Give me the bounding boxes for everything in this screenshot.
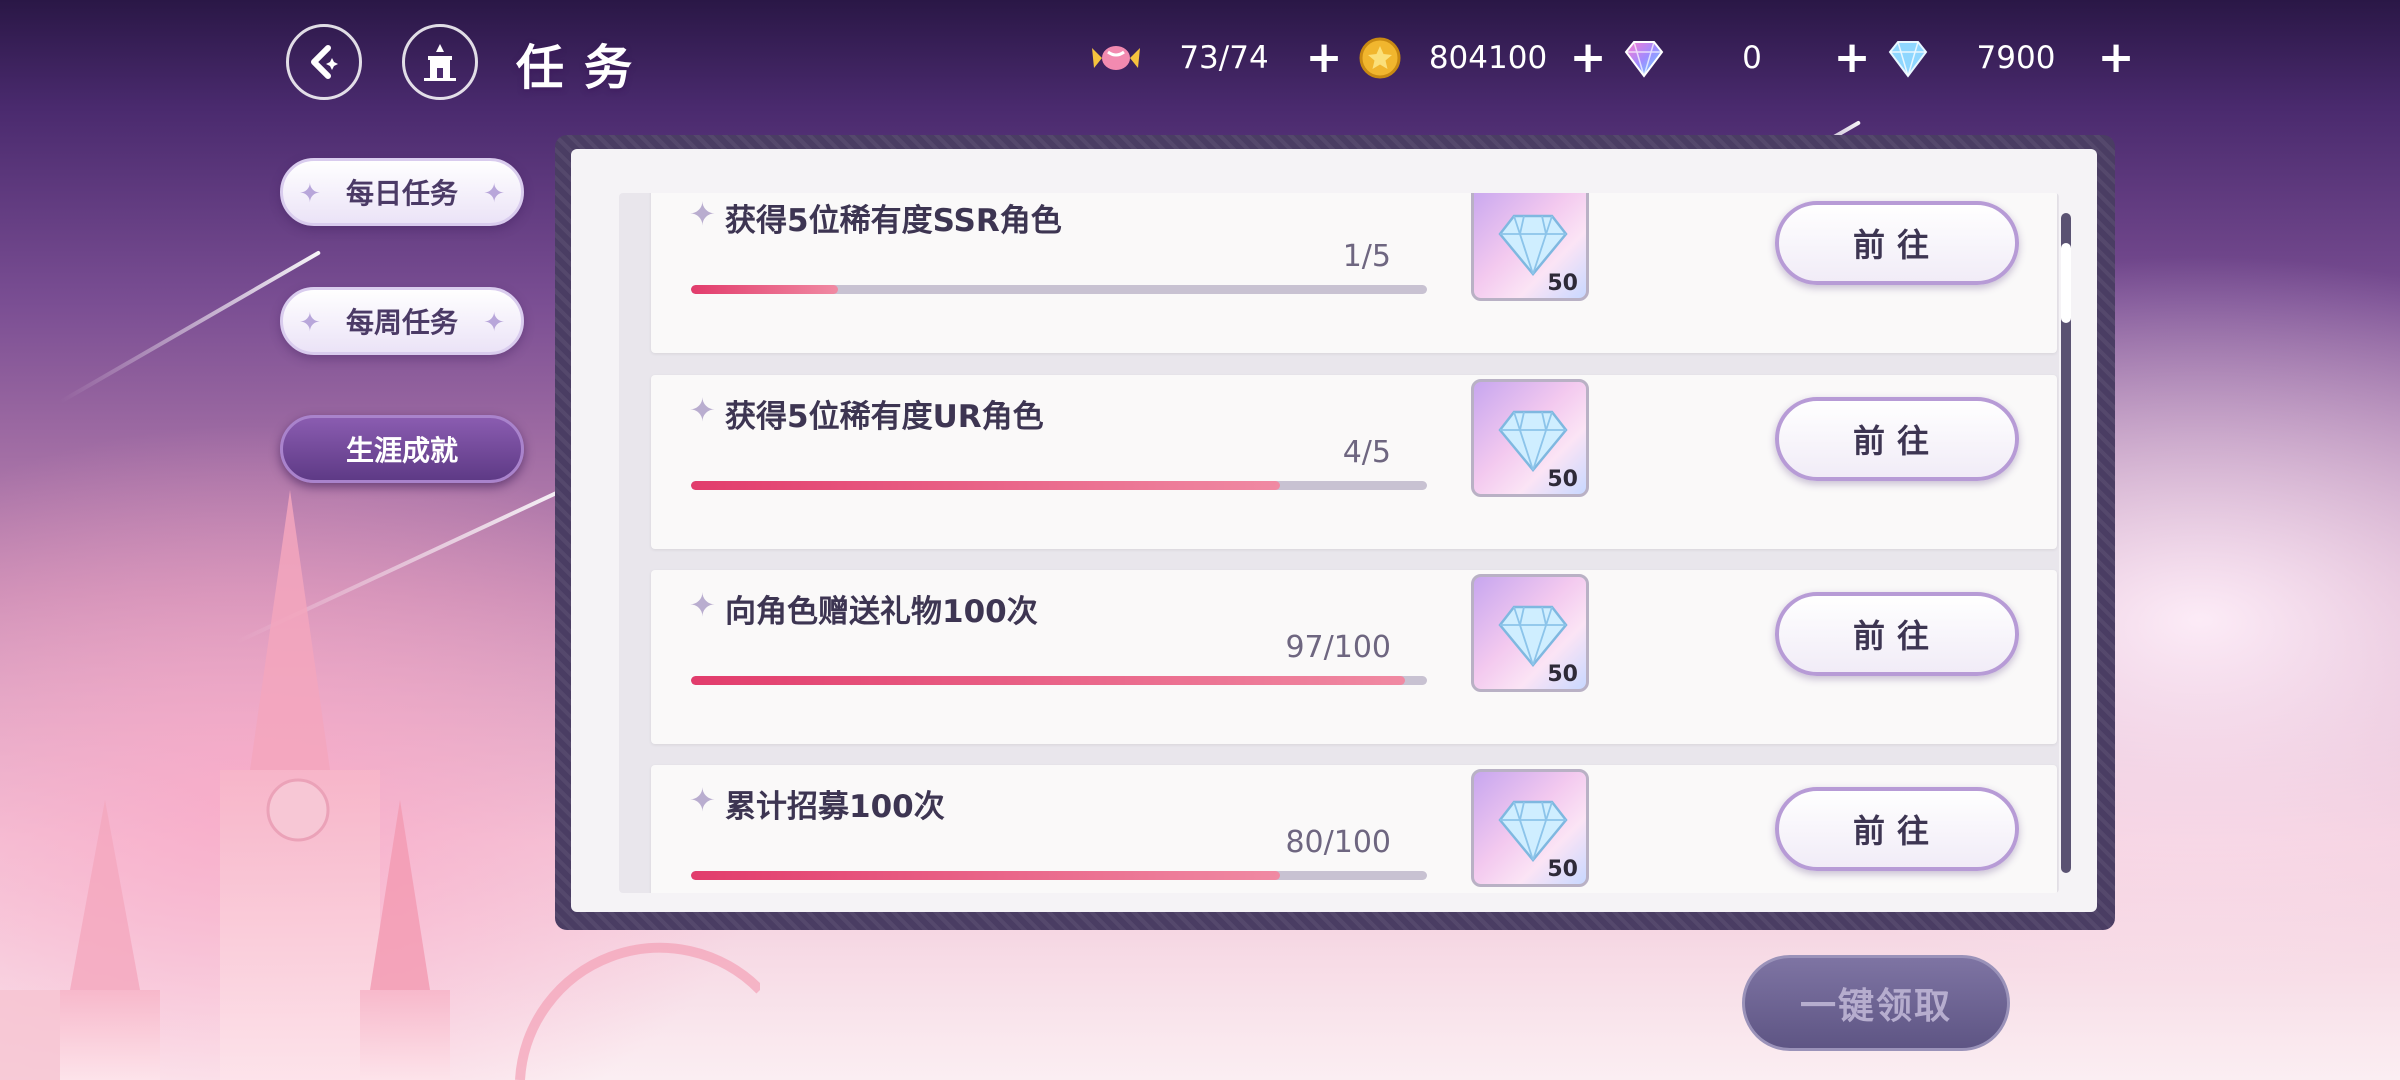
task-title: 累计招募100次 xyxy=(725,789,945,825)
castle-home-icon xyxy=(424,44,456,81)
sparkle-icon: ✦ xyxy=(299,179,321,209)
resource-candy: 73/74 + xyxy=(1088,30,1344,86)
task-progress-text: 4/5 xyxy=(1342,435,1391,470)
go-button[interactable]: 前往 xyxy=(1775,201,2019,285)
resource-rainbow-gem: 0 + xyxy=(1616,30,1872,86)
reward-quantity: 50 xyxy=(1547,467,1578,492)
rainbow-gem-icon xyxy=(1616,30,1672,86)
task-progress-text: 1/5 xyxy=(1342,239,1391,274)
rainbow-gem-value: 0 xyxy=(1742,40,1762,76)
star-icon: ✦ xyxy=(689,781,716,819)
reward-quantity: 50 xyxy=(1547,271,1578,296)
add-rainbow-gem-button[interactable]: + xyxy=(1832,36,1872,80)
task-panel-inner: ✦ 获得5位稀有度SSR角色 1/5 50 前往 ✦ 获得5位稀有度UR角色 4/5 50 前往 ✦… xyxy=(571,149,2097,912)
sparkle-icon: ✦ xyxy=(299,308,321,338)
reward-quantity: 50 xyxy=(1547,662,1578,687)
blue-diamond-icon xyxy=(1880,30,1936,86)
star-icon: ✦ xyxy=(689,195,716,233)
tab-label: 生涯成就 xyxy=(345,434,458,467)
progress-fill xyxy=(691,285,839,294)
claim-all-button[interactable]: 一键领取 xyxy=(1742,955,2010,1051)
task-list: ✦ 获得5位稀有度SSR角色 1/5 50 前往 ✦ 获得5位稀有度UR角色 4/5 50 前往 ✦… xyxy=(619,193,2059,893)
go-button[interactable]: 前往 xyxy=(1775,592,2019,676)
list-item: ✦ 获得5位稀有度SSR角色 1/5 50 前往 xyxy=(651,193,2057,353)
add-candy-button[interactable]: + xyxy=(1304,36,1344,80)
candy-icon xyxy=(1088,30,1144,86)
progress-bar xyxy=(691,676,1427,685)
shooting-star xyxy=(234,480,581,645)
go-button[interactable]: 前往 xyxy=(1775,397,2019,481)
back-button[interactable] xyxy=(286,24,362,100)
tab-label: 每周任务 xyxy=(345,306,458,339)
tab-daily[interactable]: ✦ 每日任务 ✦ xyxy=(280,158,524,226)
progress-fill xyxy=(691,481,1280,490)
progress-fill xyxy=(691,871,1280,880)
progress-fill xyxy=(691,676,1405,685)
list-item: ✦ 获得5位稀有度UR角色 4/5 50 前往 xyxy=(651,375,2057,549)
task-progress-text: 80/100 xyxy=(1285,825,1391,860)
task-title: 获得5位稀有度UR角色 xyxy=(725,399,1044,435)
reward-quantity: 50 xyxy=(1547,857,1578,882)
reward-item[interactable]: 50 xyxy=(1471,769,1589,887)
task-panel: ✦ 获得5位稀有度SSR角色 1/5 50 前往 ✦ 获得5位稀有度UR角色 4/5 50 前往 ✦… xyxy=(555,135,2115,930)
progress-bar xyxy=(691,285,1427,294)
list-item: ✦ 向角色赠送礼物100次 97/100 50 前往 xyxy=(651,570,2057,744)
task-progress-text: 97/100 xyxy=(1285,630,1391,665)
candy-value: 73/74 xyxy=(1179,40,1269,76)
go-button[interactable]: 前往 xyxy=(1775,787,2019,871)
home-button[interactable] xyxy=(402,24,478,100)
back-arrow-icon xyxy=(311,45,338,79)
sparkle-icon: ✦ xyxy=(483,308,505,338)
tab-label: 每日任务 xyxy=(345,177,458,210)
tab-weekly[interactable]: ✦ 每周任务 ✦ xyxy=(280,287,524,355)
sparkle-icon: ✦ xyxy=(483,179,505,209)
star-icon: ✦ xyxy=(689,586,716,624)
scrollbar-thumb[interactable] xyxy=(2061,243,2071,323)
reward-item[interactable]: 50 xyxy=(1471,193,1589,301)
tab-career[interactable]: 生涯成就 xyxy=(280,415,524,483)
task-title: 向角色赠送礼物100次 xyxy=(725,594,1038,630)
progress-bar xyxy=(691,871,1427,880)
diamond-value: 7900 xyxy=(1976,40,2056,76)
add-diamond-button[interactable]: + xyxy=(2096,36,2136,80)
progress-bar xyxy=(691,481,1427,490)
list-item: ✦ 累计招募100次 80/100 50 前往 xyxy=(651,765,2057,893)
task-title: 获得5位稀有度SSR角色 xyxy=(725,203,1062,239)
gold-value: 804100 xyxy=(1428,40,1548,76)
star-icon: ✦ xyxy=(689,391,716,429)
reward-item[interactable]: 50 xyxy=(1471,379,1589,497)
gold-coin-icon xyxy=(1352,30,1408,86)
resource-gold: 804100 + xyxy=(1352,30,1608,86)
resource-diamond: 7900 + xyxy=(1880,30,2136,86)
add-gold-button[interactable]: + xyxy=(1568,36,1608,80)
page-title: 任务 xyxy=(516,40,653,96)
reward-item[interactable]: 50 xyxy=(1471,574,1589,692)
